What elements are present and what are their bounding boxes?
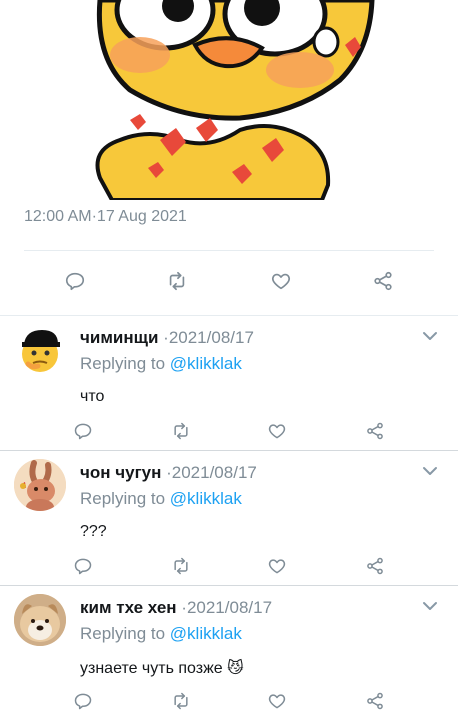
like-button[interactable] xyxy=(264,553,290,579)
reply-date: ·2021/08/17 xyxy=(163,328,254,347)
retweet-icon xyxy=(174,692,188,710)
reply-header: ким тхе хен ·2021/08/17 xyxy=(80,598,272,618)
reply-date: ·2021/08/17 xyxy=(181,598,273,617)
share-button[interactable] xyxy=(362,418,388,444)
reply-icon xyxy=(74,693,92,710)
reply-action-bar xyxy=(0,418,458,444)
tweet-action-bar xyxy=(0,266,458,296)
replying-to-handle-link[interactable]: @klikklak xyxy=(170,624,242,643)
like-button[interactable] xyxy=(264,418,290,444)
cartoon-duck-image xyxy=(95,0,375,200)
reply-icon xyxy=(74,423,92,440)
more-options-button[interactable] xyxy=(420,598,440,614)
chevron-down-icon xyxy=(423,332,437,340)
avatar[interactable] xyxy=(14,594,66,646)
more-options-button[interactable] xyxy=(420,328,440,344)
reply-header: чон чугун ·2021/08/17 xyxy=(80,463,257,483)
reply-icon xyxy=(74,558,92,575)
like-button[interactable] xyxy=(266,266,296,296)
replying-to-label: Replying to xyxy=(80,624,166,643)
reply-tweet[interactable]: ким тхе хен ·2021/08/17 Replying to @kli… xyxy=(0,586,458,720)
avatar[interactable] xyxy=(14,459,66,511)
replying-to-handle-link[interactable]: @klikklak xyxy=(170,354,242,373)
share-button[interactable] xyxy=(362,688,388,714)
share-icon xyxy=(374,271,392,291)
reply-tweet[interactable]: чиминщи ·2021/08/17 Replying to @klikkla… xyxy=(0,316,458,451)
retweet-button[interactable] xyxy=(162,266,192,296)
dog-photo-avatar xyxy=(14,594,66,646)
reply-date: ·2021/08/17 xyxy=(166,463,257,482)
retweet-icon xyxy=(174,422,188,440)
reply-button[interactable] xyxy=(60,266,90,296)
replying-to-label: Replying to xyxy=(80,354,166,373)
chevron-down-icon xyxy=(423,467,437,475)
reply-action-bar xyxy=(0,688,458,714)
replying-to-line: Replying to @klikklak xyxy=(80,354,242,374)
cartoon-rabbit-avatar xyxy=(14,459,66,511)
reply-text: узнаете чуть позже 😼 xyxy=(80,660,244,677)
face-emoji-with-cap-avatar xyxy=(14,324,66,376)
reply-icon xyxy=(65,272,85,291)
replying-to-line: Replying to @klikklak xyxy=(80,489,242,509)
retweet-button[interactable] xyxy=(168,553,194,579)
reply-button[interactable] xyxy=(70,553,96,579)
share-button[interactable] xyxy=(368,266,398,296)
reply-text: что xyxy=(80,388,105,405)
like-button[interactable] xyxy=(264,688,290,714)
more-options-button[interactable] xyxy=(420,463,440,479)
replying-to-line: Replying to @klikklak xyxy=(80,624,242,644)
replying-to-label: Replying to xyxy=(80,489,166,508)
like-icon xyxy=(268,694,286,709)
share-icon xyxy=(367,422,383,440)
reply-tweet[interactable]: чон чугун ·2021/08/17 Replying to @klikk… xyxy=(0,451,458,586)
reply-author-name[interactable]: ким тхе хен xyxy=(80,598,177,617)
like-icon xyxy=(272,273,290,290)
share-button[interactable] xyxy=(362,553,388,579)
reply-author-name[interactable]: чиминщи xyxy=(80,328,158,347)
reply-text: ??? xyxy=(80,523,107,540)
share-icon xyxy=(367,557,383,575)
divider xyxy=(24,250,434,251)
tweet-timestamp: 12:00 AM·17 Aug 2021 xyxy=(24,208,187,225)
reply-button[interactable] xyxy=(70,688,96,714)
reply-author-name[interactable]: чон чугун xyxy=(80,463,161,482)
retweet-button[interactable] xyxy=(168,688,194,714)
reply-action-bar xyxy=(0,553,458,579)
reply-header: чиминщи ·2021/08/17 xyxy=(80,328,254,348)
like-icon xyxy=(268,559,286,574)
chevron-down-icon xyxy=(423,602,437,610)
tweet-media-image[interactable] xyxy=(0,0,458,200)
share-icon xyxy=(367,692,383,710)
retweet-icon xyxy=(169,271,185,291)
retweet-icon xyxy=(174,557,188,575)
replying-to-handle-link[interactable]: @klikklak xyxy=(170,489,242,508)
like-icon xyxy=(268,424,286,439)
avatar[interactable] xyxy=(14,324,66,376)
retweet-button[interactable] xyxy=(168,418,194,444)
reply-button[interactable] xyxy=(70,418,96,444)
